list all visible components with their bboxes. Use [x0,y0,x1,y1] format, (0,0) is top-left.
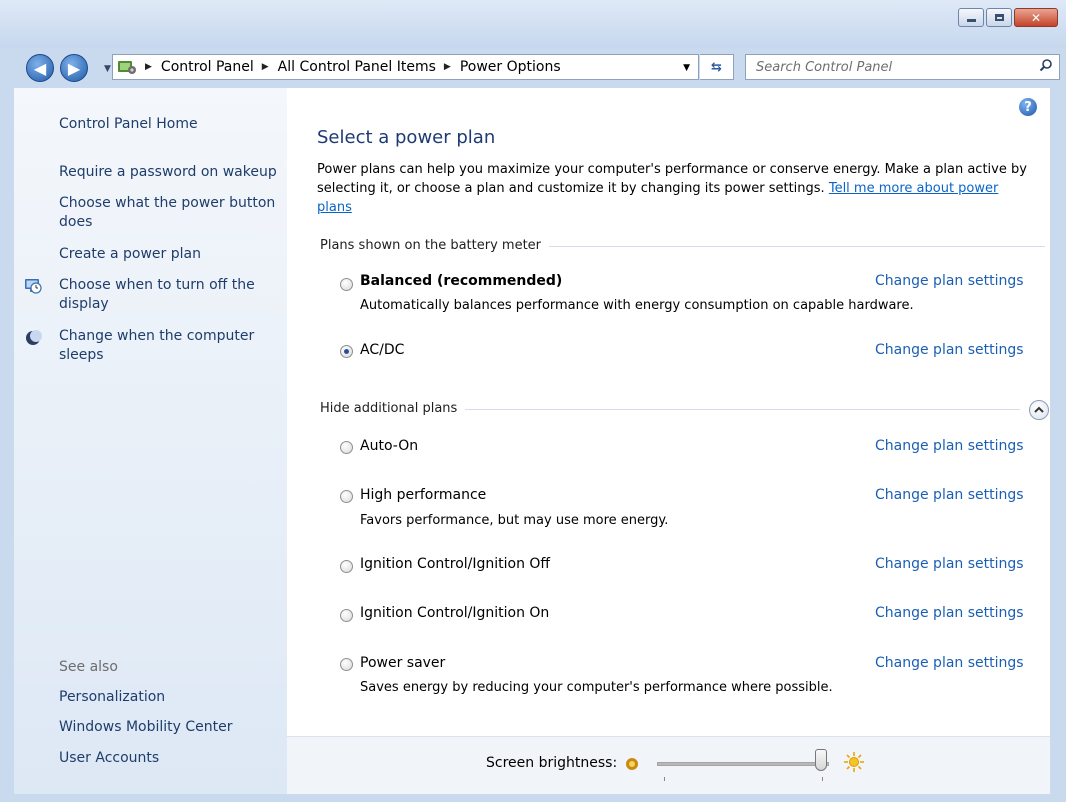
plan-radio-ignition-on[interactable] [340,609,353,622]
monitor-clock-icon [25,279,42,294]
brightness-slider-thumb[interactable] [815,749,827,771]
plan-radio-balanced[interactable] [340,278,353,291]
brightness-bar: Screen brightness: [287,736,1050,795]
refresh-button[interactable]: ⇆ [700,54,734,80]
forward-button[interactable]: ▶ [60,54,88,82]
collapse-button[interactable] [1029,400,1049,420]
search-icon[interactable] [1039,58,1053,72]
window-controls: ✕ [956,8,1058,27]
breadcrumb-separator-icon: ▶ [261,62,269,72]
maximize-icon [994,14,1004,21]
change-plan-settings-ignition-on[interactable]: Change plan settings [875,605,1024,621]
plan-radio-auto-on[interactable] [340,441,353,454]
refresh-icon: ⇆ [711,59,722,75]
sidebar-link-power-button[interactable]: Choose what the power button does [59,194,284,232]
change-plan-settings-high-performance[interactable]: Change plan settings [875,487,1024,503]
sidebar: Control Panel Home Require a password on… [14,88,287,794]
plan-radio-high-performance[interactable] [340,490,353,503]
search-input[interactable] [754,55,1028,79]
plan-radio-power-saver[interactable] [340,658,353,671]
help-icon[interactable]: ? [1019,98,1037,116]
breadcrumb-power-options[interactable]: Power Options [460,59,561,75]
change-plan-settings-power-saver[interactable]: Change plan settings [875,655,1024,671]
sidebar-link-require-password[interactable]: Require a password on wakeup [59,163,277,182]
moon-icon [26,330,42,345]
dim-sun-icon [626,758,638,770]
breadcrumb-control-panel[interactable]: Control Panel [161,59,254,75]
sidebar-link-create-plan[interactable]: Create a power plan [59,245,201,264]
sidebar-link-user-accounts[interactable]: User Accounts [59,749,159,768]
bright-sun-icon [844,752,864,772]
back-arrow-icon: ◀ [33,58,47,78]
brightness-slider-track[interactable] [657,762,829,766]
sidebar-link-sleep[interactable]: Change when the computer sleeps [59,327,269,365]
plan-name-ignition-on[interactable]: Ignition Control/Ignition On [360,605,549,621]
change-plan-settings-ignition-off[interactable]: Change plan settings [875,556,1024,572]
title-bar: ✕ [0,0,1066,48]
change-plan-settings-balanced[interactable]: Change plan settings [875,273,1024,289]
change-plan-settings-auto-on[interactable]: Change plan settings [875,438,1024,454]
plan-name-power-saver[interactable]: Power saver [360,655,445,671]
battery-section-heading: Plans shown on the battery meter [320,238,550,253]
plan-name-balanced[interactable]: Balanced (recommended) [360,273,562,289]
close-button[interactable]: ✕ [1014,8,1058,27]
plan-name-acdc[interactable]: AC/DC [360,342,404,358]
address-dropdown-icon[interactable]: ▼ [683,63,690,73]
breadcrumb-separator-icon: ▶ [443,62,451,72]
maximize-button[interactable] [986,8,1012,27]
sidebar-link-control-panel-home[interactable]: Control Panel Home [59,115,198,134]
slider-tick [822,777,823,781]
plan-name-high-performance[interactable]: High performance [360,487,486,503]
intro-text: Power plans can help you maximize your c… [317,160,1037,217]
window-frame-left [0,88,14,794]
plan-description-balanced: Automatically balances performance with … [360,298,914,313]
search-box [745,54,1060,80]
forward-arrow-icon: ▶ [67,58,81,78]
recent-pages-dropdown-icon[interactable]: ▼ [104,64,111,74]
change-plan-settings-acdc[interactable]: Change plan settings [875,342,1024,358]
main-content: ? Select a power plan Power plans can he… [287,88,1050,795]
address-bar[interactable]: ▶ Control Panel ▶ All Control Panel Item… [112,54,699,80]
plan-description-high-performance: Favors performance, but may use more ene… [360,513,669,528]
plan-description-power-saver: Saves energy by reducing your computer's… [360,680,833,695]
sidebar-link-mobility-center[interactable]: Windows Mobility Center [59,718,233,737]
brightness-label: Screen brightness: [486,755,618,771]
power-options-window: ✕ ◀ ▶ ▼ ▶ Control Panel ▶ All Control Pa… [0,0,1066,802]
close-icon: ✕ [1030,10,1042,25]
breadcrumb-all-items[interactable]: All Control Panel Items [278,59,436,75]
plan-name-ignition-off[interactable]: Ignition Control/Ignition Off [360,556,550,572]
control-panel-icon [118,61,136,74]
sidebar-link-display-off[interactable]: Choose when to turn off the display [59,276,269,314]
window-frame-right [1050,88,1066,794]
see-also-heading: See also [59,659,118,675]
chevron-up-icon [1034,406,1044,413]
plan-radio-acdc[interactable] [340,345,353,358]
plan-radio-ignition-off[interactable] [340,560,353,573]
plan-name-auto-on[interactable]: Auto-On [360,438,418,454]
back-button[interactable]: ◀ [26,54,54,82]
minimize-button[interactable] [958,8,984,27]
sidebar-link-personalization[interactable]: Personalization [59,688,165,707]
page-title: Select a power plan [317,127,496,148]
breadcrumb-separator-icon: ▶ [145,62,152,72]
additional-plans-heading[interactable]: Hide additional plans [320,401,466,416]
window-frame-bottom [0,794,1066,802]
slider-tick [664,777,665,781]
minimize-icon [966,19,976,22]
